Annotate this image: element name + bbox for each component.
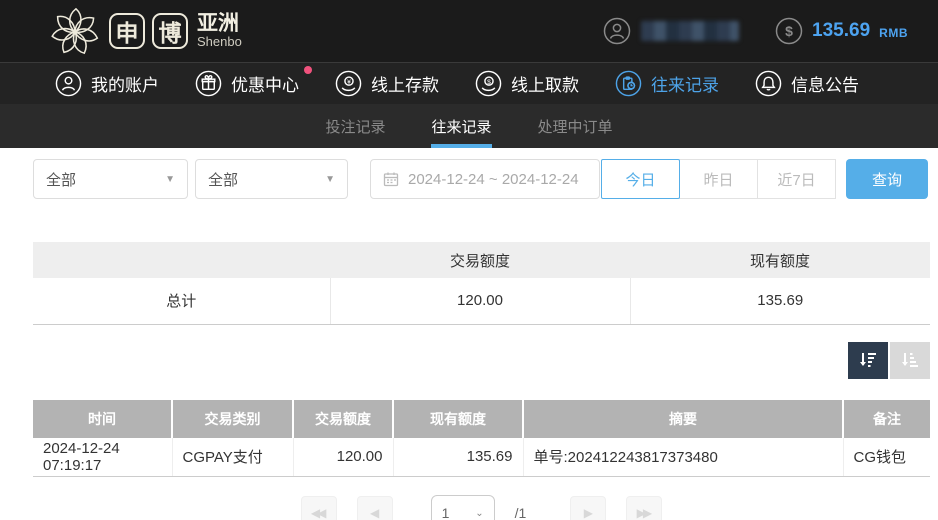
records-header-row: 时间 交易类别 交易额度 现有额度 摘要 备注 xyxy=(33,400,930,438)
calendar-icon xyxy=(383,171,399,187)
nav-label: 往来记录 xyxy=(651,71,719,96)
chevron-down-icon: ▼ xyxy=(165,174,175,185)
sort-ascending-button[interactable] xyxy=(890,342,930,379)
sort-descending-button[interactable] xyxy=(848,342,888,379)
balance-display[interactable]: $ 135.69 RMB xyxy=(775,17,908,45)
summary-header-amount: 交易额度 xyxy=(330,242,630,278)
sort-descending-icon xyxy=(857,349,879,371)
tab-pending-orders[interactable]: 处理中订单 xyxy=(538,104,613,148)
transaction-records-icon xyxy=(615,70,642,97)
sort-ascending-icon xyxy=(899,349,921,371)
col-header-summary: 摘要 xyxy=(523,400,843,438)
nav-label: 信息公告 xyxy=(791,71,859,96)
yesterday-button[interactable]: 昨日 xyxy=(679,159,758,199)
left-arrow-icon: ◀ xyxy=(370,506,376,520)
svg-text:$: $ xyxy=(785,23,793,39)
nav-item-transaction-records[interactable]: 往来记录 xyxy=(615,70,719,97)
balance-amount: 135.69 xyxy=(812,20,870,42)
col-header-amount: 交易额度 xyxy=(293,400,393,438)
top-header: 申 博 亚洲 Shenbo $ 135.69 RMB xyxy=(0,0,938,62)
prev-page-button[interactable]: ◀ xyxy=(357,496,393,520)
nav-item-my-account[interactable]: 我的账户 xyxy=(55,70,159,97)
double-left-arrow-icon: ◀◀ xyxy=(311,506,323,520)
gift-icon xyxy=(195,70,222,97)
first-page-button[interactable]: ◀◀ xyxy=(301,496,337,520)
summary-header-row: 交易额度 现有额度 xyxy=(33,242,930,278)
table-row: 2024-12-24 07:19:17 CGPAY支付 120.00 135.6… xyxy=(33,438,930,477)
nav-label: 线上存款 xyxy=(371,71,439,96)
right-arrow-icon: ▶ xyxy=(584,506,590,520)
balance-currency: RMB xyxy=(879,26,908,40)
summary-header-empty xyxy=(33,242,330,278)
nav-item-promotions[interactable]: 优惠中心 xyxy=(195,70,299,97)
page-total-label: /1 xyxy=(515,505,527,520)
site-logo[interactable]: 申 博 亚洲 Shenbo xyxy=(48,3,242,59)
double-right-arrow-icon: ▶▶ xyxy=(637,506,649,520)
date-range-value: 2024-12-24 ~ 2024-12-24 xyxy=(408,171,579,188)
main-navigation: 我的账户 优惠中心 ¥ 线上存款 $ 线上取款 往来 xyxy=(0,62,938,104)
flower-logo-icon xyxy=(48,3,102,59)
type-filter-select[interactable]: 全部 ▼ xyxy=(33,159,188,199)
chevron-down-icon: ⌄ xyxy=(475,508,483,519)
record-tabs: 投注记录 往来记录 处理中订单 xyxy=(0,104,938,148)
username-redacted xyxy=(641,21,739,41)
tab-betting-records[interactable]: 投注记录 xyxy=(325,104,385,148)
page-select[interactable]: 1 ⌄ xyxy=(431,495,495,520)
cell-amount: 120.00 xyxy=(293,438,393,477)
filter-row: 全部 ▼ 全部 ▼ 2024-12-24 ~ 2024-12-24 今日 昨日 … xyxy=(33,159,930,199)
col-header-type: 交易类别 xyxy=(172,400,293,438)
today-button[interactable]: 今日 xyxy=(601,159,680,199)
query-button[interactable]: 查询 xyxy=(846,159,928,199)
sort-controls xyxy=(33,342,930,379)
col-header-time: 时间 xyxy=(33,400,172,438)
bell-icon xyxy=(755,70,782,97)
last7days-button[interactable]: 近7日 xyxy=(757,159,836,199)
tab-transaction-records[interactable]: 往来记录 xyxy=(431,104,491,148)
col-header-remark: 备注 xyxy=(843,400,930,438)
withdraw-coin-icon: $ xyxy=(475,70,502,97)
cell-time: 2024-12-24 07:19:17 xyxy=(33,438,172,477)
nav-item-announcements[interactable]: 信息公告 xyxy=(755,70,859,97)
logo-region: 亚洲 xyxy=(197,13,242,35)
chevron-down-icon: ▼ xyxy=(325,174,335,185)
summary-total-amount: 120.00 xyxy=(330,278,630,324)
category-filter-value: 全部 xyxy=(208,169,238,190)
nav-label: 优惠中心 xyxy=(231,71,299,96)
user-account-area[interactable] xyxy=(603,17,739,45)
dollar-circle-icon: $ xyxy=(775,17,803,45)
summary-total-row: 总计 120.00 135.69 xyxy=(33,278,930,324)
type-filter-value: 全部 xyxy=(46,169,76,190)
svg-text:$: $ xyxy=(487,79,491,86)
col-header-balance: 现有额度 xyxy=(393,400,523,438)
date-range-input[interactable]: 2024-12-24 ~ 2024-12-24 xyxy=(370,159,600,199)
quick-date-buttons: 今日 昨日 近7日 xyxy=(602,159,836,199)
next-page-button[interactable]: ▶ xyxy=(570,496,606,520)
nav-item-online-deposit[interactable]: ¥ 线上存款 xyxy=(335,70,439,97)
notification-dot xyxy=(304,66,312,74)
records-table: 时间 交易类别 交易额度 现有额度 摘要 备注 2024-12-24 07:19… xyxy=(33,400,930,478)
cell-type: CGPAY支付 xyxy=(172,438,293,477)
cell-balance: 135.69 xyxy=(393,438,523,477)
nav-label: 线上取款 xyxy=(511,71,579,96)
content-area: 全部 ▼ 全部 ▼ 2024-12-24 ~ 2024-12-24 今日 昨日 … xyxy=(0,148,938,520)
summary-table: 交易额度 现有额度 总计 120.00 135.69 xyxy=(33,242,930,325)
page-select-value: 1 xyxy=(442,505,450,520)
summary-total-label: 总计 xyxy=(33,278,330,324)
pagination: ◀◀ ◀ 1 ⌄ /1 ▶ ▶▶ xyxy=(33,495,930,520)
summary-header-balance: 现有额度 xyxy=(630,242,930,278)
logo-char-2: 博 xyxy=(152,13,188,49)
svg-text:¥: ¥ xyxy=(347,79,351,86)
nav-item-online-withdraw[interactable]: $ 线上取款 xyxy=(475,70,579,97)
cell-summary: 单号:202412243817373480 xyxy=(523,438,843,477)
summary-total-balance: 135.69 xyxy=(630,278,930,324)
category-filter-select[interactable]: 全部 ▼ xyxy=(195,159,348,199)
deposit-coin-icon: ¥ xyxy=(335,70,362,97)
last-page-button[interactable]: ▶▶ xyxy=(626,496,662,520)
nav-label: 我的账户 xyxy=(91,71,159,96)
user-circle-icon xyxy=(603,17,631,45)
user-icon xyxy=(55,70,82,97)
cell-remark: CG钱包 xyxy=(843,438,930,477)
logo-subtitle: Shenbo xyxy=(197,35,242,49)
logo-char-1: 申 xyxy=(109,13,145,49)
